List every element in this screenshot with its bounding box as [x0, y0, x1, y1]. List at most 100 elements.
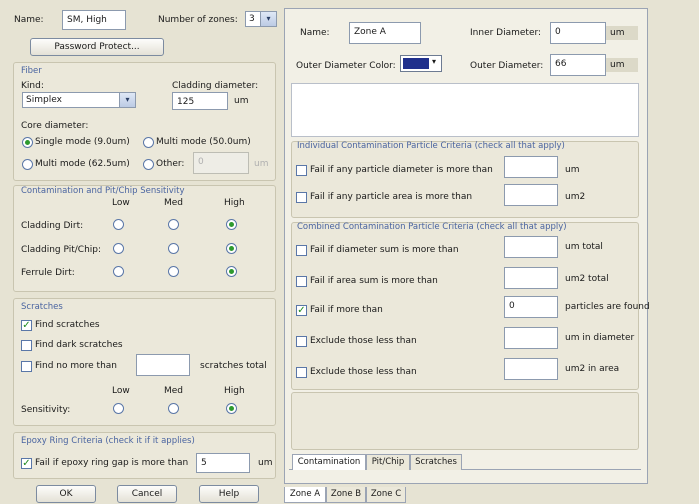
inner-diameter-label: Inner Diameter: [470, 28, 542, 38]
help-button[interactable]: Help [199, 485, 259, 503]
col-high: High [224, 198, 245, 208]
password-protect-button[interactable]: Password Protect... [30, 38, 164, 56]
kind-select[interactable]: Simplex ▾ [22, 92, 136, 108]
zone-tab-b[interactable]: Zone B [326, 487, 366, 503]
other-input[interactable]: 0 [193, 152, 249, 174]
other-unit: um [254, 159, 269, 169]
zone-tab-c[interactable]: Zone C [366, 487, 406, 503]
cancel-button[interactable]: Cancel [117, 485, 177, 503]
inner-diameter-input[interactable]: 0 [550, 22, 606, 44]
more-than-unit: particles are found [565, 302, 650, 312]
cladding-pit-high[interactable] [226, 243, 237, 254]
area-sum-unit: um2 total [565, 274, 609, 284]
outer-diameter-label: Outer Diameter: [470, 61, 544, 71]
single-mode-label[interactable]: Single mode (9.0um) [35, 137, 130, 148]
particle-diameter-input[interactable] [504, 156, 558, 178]
name-input[interactable]: SM, High [62, 10, 126, 30]
diameter-sum-input[interactable] [504, 236, 558, 258]
epoxy-unit: um [258, 458, 273, 468]
zone-name-input[interactable]: Zone A [349, 22, 421, 44]
cladding-dirt-label: Cladding Dirt: [21, 221, 84, 231]
scratches-count-input[interactable] [136, 354, 190, 376]
ok-button[interactable]: OK [36, 485, 96, 503]
scr-sens-med[interactable] [168, 403, 179, 414]
ferrule-dirt-label: Ferrule Dirt: [21, 268, 75, 278]
scratches-total-label: scratches total [200, 361, 267, 371]
left-panel: Name: SM, High Number of zones: 3 ▾ Pass… [0, 0, 280, 504]
epoxy-input[interactable]: 5 [196, 453, 250, 473]
find-dark-checkbox[interactable] [21, 340, 32, 351]
particle-diameter-checkbox[interactable] [296, 165, 307, 176]
ferrule-dirt-med[interactable] [168, 266, 179, 277]
fiber-title: Fiber [21, 66, 42, 76]
cladding-dirt-low[interactable] [113, 219, 124, 230]
sensitivity-title: Contamination and Pit/Chip Sensitivity [21, 186, 185, 196]
particle-area-input[interactable] [504, 184, 558, 206]
epoxy-label[interactable]: Fail if epoxy ring gap is more than [35, 458, 188, 469]
chevron-down-icon: ▾ [432, 57, 437, 66]
col-med: Med [164, 198, 184, 208]
multi62-radio[interactable] [22, 159, 33, 170]
tab-pit-chip[interactable]: Pit/Chip [366, 454, 410, 470]
single-mode-radio[interactable] [22, 137, 33, 148]
particle-area-checkbox[interactable] [296, 192, 307, 203]
zone-tab-a[interactable]: Zone A [284, 487, 326, 503]
kind-value: Simplex [26, 95, 62, 105]
sensitivity-label: Sensitivity: [21, 405, 71, 415]
find-scratches-checkbox[interactable]: ✓ [21, 320, 32, 331]
diameter-sum-label[interactable]: Fail if diameter sum is more than [310, 245, 459, 256]
multi50-label[interactable]: Multi mode (50.0um) [156, 137, 251, 148]
find-nomore-label[interactable]: Find no more than [35, 361, 117, 372]
epoxy-checkbox[interactable]: ✓ [21, 458, 32, 469]
area-sum-input[interactable] [504, 267, 558, 289]
diameter-sum-unit: um total [565, 242, 603, 252]
exclude-diameter-input[interactable] [504, 327, 558, 349]
outer-diameter-input[interactable]: 66 [550, 54, 606, 76]
outer-color-picker[interactable]: ▾ [400, 55, 442, 72]
cladding-dirt-med[interactable] [168, 219, 179, 230]
find-scratches-label[interactable]: Find scratches [35, 320, 100, 331]
find-nomore-checkbox[interactable] [21, 361, 32, 372]
outer-color-label: Outer Diameter Color: [296, 61, 396, 71]
cladding-dirt-high[interactable] [226, 219, 237, 230]
particle-diameter-unit: um [565, 165, 580, 175]
cladding-pit-low[interactable] [113, 243, 124, 254]
color-swatch [403, 58, 429, 69]
particle-area-label[interactable]: Fail if any particle area is more than [310, 192, 472, 203]
find-dark-label[interactable]: Find dark scratches [35, 340, 123, 351]
other-radio[interactable] [143, 159, 154, 170]
particle-diameter-label[interactable]: Fail if any particle diameter is more th… [310, 165, 493, 176]
zones-select[interactable]: 3 ▾ [245, 11, 277, 27]
diameter-sum-checkbox[interactable] [296, 245, 307, 256]
other-label[interactable]: Other: [156, 159, 184, 170]
scratches-title: Scratches [21, 302, 63, 312]
tab-scratches[interactable]: Scratches [410, 454, 462, 470]
multi62-label[interactable]: Multi mode (62.5um) [35, 159, 130, 170]
scr-sens-high[interactable] [226, 403, 237, 414]
more-than-label[interactable]: Fail if more than [310, 305, 383, 316]
exclude-area-input[interactable] [504, 358, 558, 380]
exclude-area-label[interactable]: Exclude those less than [310, 367, 417, 378]
particle-area-unit: um2 [565, 192, 586, 202]
exclude-area-checkbox[interactable] [296, 367, 307, 378]
area-sum-checkbox[interactable] [296, 276, 307, 287]
exclude-diameter-label[interactable]: Exclude those less than [310, 336, 417, 347]
ferrule-dirt-low[interactable] [113, 266, 124, 277]
tab-contamination[interactable]: Contamination [292, 454, 366, 470]
more-than-input[interactable]: 0 [504, 296, 558, 318]
epoxy-title: Epoxy Ring Criteria (check it if it appl… [21, 436, 195, 446]
area-sum-label[interactable]: Fail if area sum is more than [310, 276, 438, 287]
core-label: Core diameter: [21, 121, 89, 131]
chevron-down-icon: ▾ [119, 93, 135, 107]
cladding-pit-med[interactable] [168, 243, 179, 254]
zone-name-label: Name: [300, 28, 330, 38]
more-than-checkbox[interactable]: ✓ [296, 305, 307, 316]
cladding-input[interactable]: 125 [172, 92, 228, 110]
combined-title: Combined Contamination Particle Criteria… [297, 222, 567, 232]
zones-value: 3 [249, 14, 255, 24]
ferrule-dirt-high[interactable] [226, 266, 237, 277]
scr-col-high: High [224, 386, 245, 396]
exclude-diameter-checkbox[interactable] [296, 336, 307, 347]
scr-sens-low[interactable] [113, 403, 124, 414]
multi50-radio[interactable] [143, 137, 154, 148]
